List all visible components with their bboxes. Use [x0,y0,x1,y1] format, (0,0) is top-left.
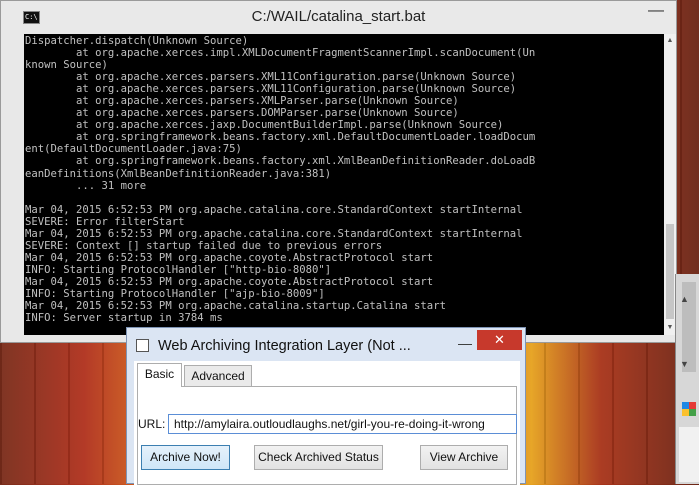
basic-tab-panel [137,386,517,485]
chevron-up-icon[interactable]: ▲ [680,294,689,304]
console-titlebar[interactable]: C:\ C:/WAIL/catalina_start.bat — [1,1,676,30]
dialog-titlebar[interactable]: Web Archiving Integration Layer (Not ...… [127,328,525,362]
scroll-up-arrow-icon[interactable]: ▲ [664,34,676,48]
dialog-content: Basic Advanced URL: http://amylaira.outl… [134,361,520,485]
console-window: C:\ C:/WAIL/catalina_start.bat — Dispatc… [0,0,677,343]
dialog-minimize-button[interactable]: — [453,335,477,353]
tab-basic[interactable]: Basic [137,363,182,387]
tab-advanced[interactable]: Advanced [184,365,252,387]
console-window-title: C:/WAIL/catalina_start.bat [251,8,426,25]
offscreen-window-edge[interactable]: ▲ ▼ [675,274,699,484]
url-input[interactable]: http://amylaira.outloudlaughs.net/girl-y… [168,414,517,434]
dialog-close-button[interactable]: ✕ [477,330,522,350]
wail-dialog: Web Archiving Integration Layer (Not ...… [126,327,526,485]
url-label: URL: [138,417,166,431]
extension-icon[interactable] [682,402,696,416]
archive-now-button[interactable]: Archive Now! [141,445,230,470]
window-icon[interactable] [136,339,149,352]
dialog-title: Web Archiving Integration Layer (Not ... [158,338,411,354]
console-output[interactable]: Dispatcher.dispatch(Unknown Source) at o… [24,34,664,335]
edge-window-pane [679,427,699,482]
chevron-down-icon[interactable]: ▼ [680,359,689,369]
minimize-button[interactable]: — [642,1,670,21]
view-archive-button[interactable]: View Archive [420,445,508,470]
check-archived-status-button[interactable]: Check Archived Status [254,445,383,470]
console-log-text: Dispatcher.dispatch(Unknown Source) at o… [25,35,536,325]
scrollbar-thumb[interactable] [666,224,674,319]
